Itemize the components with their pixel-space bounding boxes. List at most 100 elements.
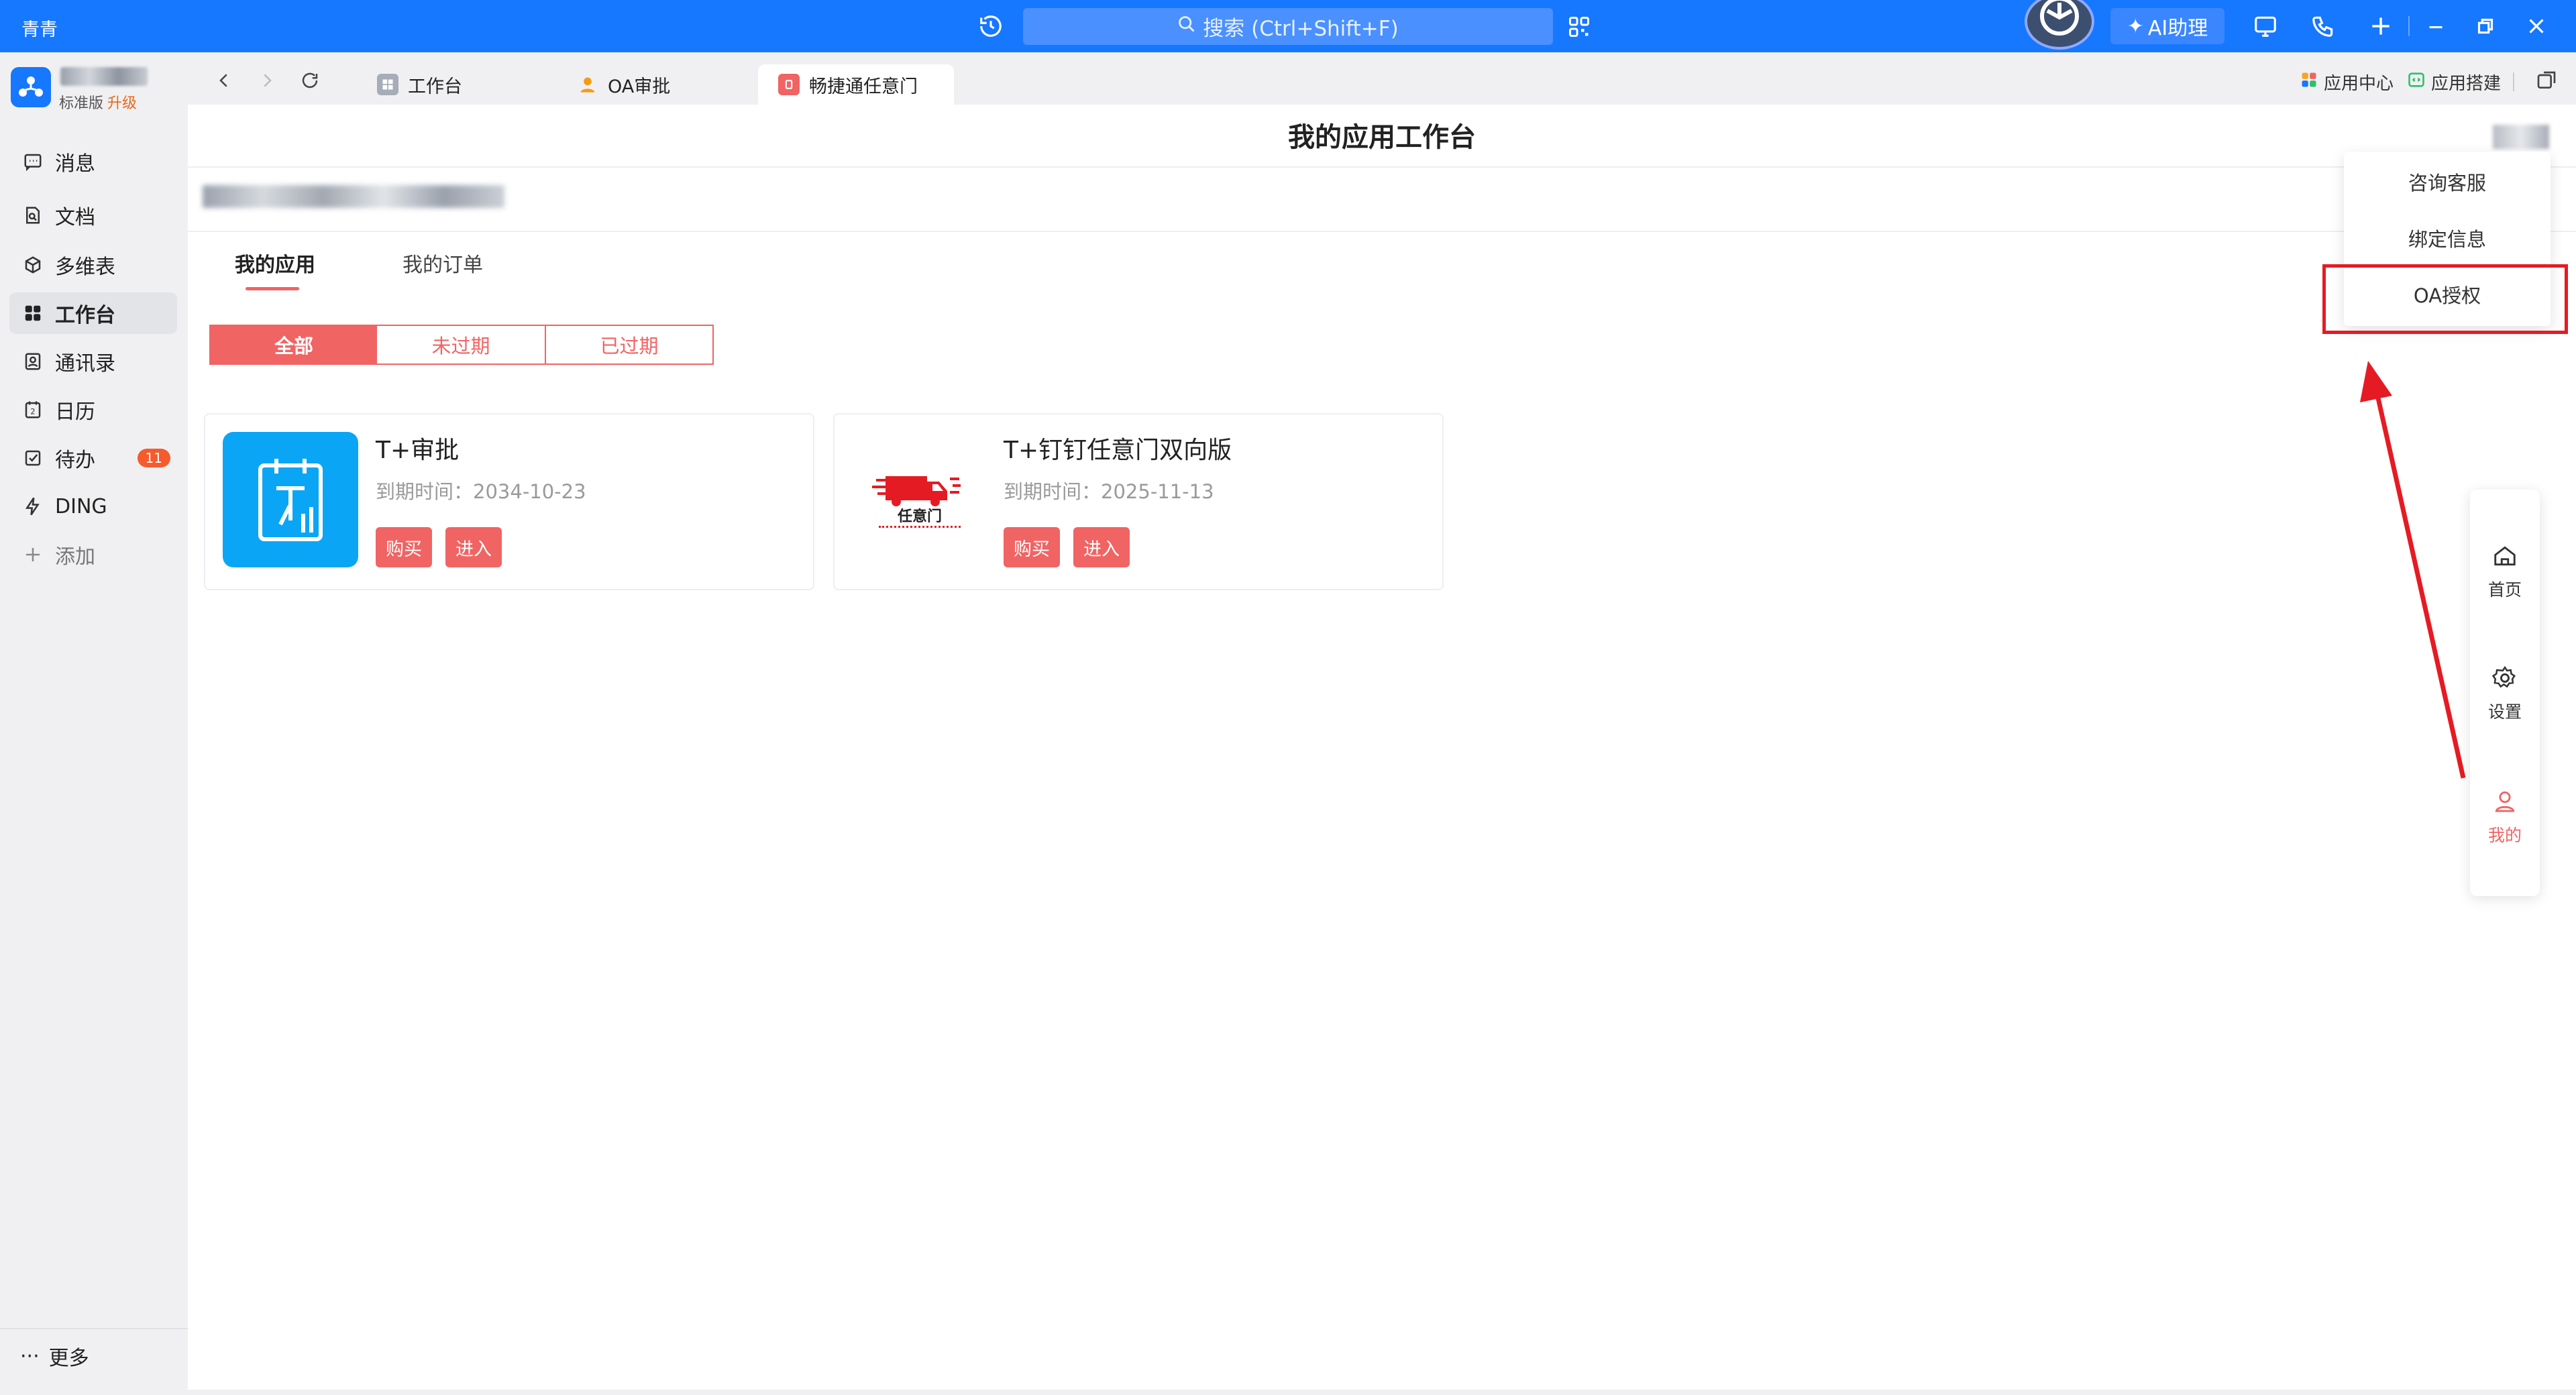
- sidebar-item-todo[interactable]: 待办 11: [9, 437, 177, 479]
- home-icon: [2470, 543, 2540, 573]
- apps-grid-icon[interactable]: [1567, 15, 1591, 39]
- tab-label: OA审批: [608, 76, 671, 97]
- doc-icon: [21, 204, 44, 227]
- sparkle-icon: ✦: [2127, 14, 2144, 38]
- app-build-link[interactable]: 应用搭建: [2407, 70, 2501, 95]
- float-settings-button[interactable]: 设置: [2470, 665, 2540, 723]
- header-divider: [188, 166, 2576, 168]
- upgrade-link[interactable]: 升级: [107, 95, 137, 112]
- app-center-link[interactable]: 应用中心: [2300, 70, 2394, 95]
- expiry-date: 2025-11-13: [1101, 480, 1214, 503]
- sub-divider: [188, 231, 2576, 232]
- renyimen-logo: [852, 432, 987, 567]
- sidebar-item-label: 文档: [55, 206, 95, 229]
- filter-expired[interactable]: 已过期: [545, 325, 714, 365]
- org-plan-badge[interactable]: 标准版 升级: [59, 91, 137, 113]
- t-approval-logo: [223, 432, 358, 567]
- sidebar-divider: [0, 1328, 188, 1329]
- content-area: [188, 105, 2576, 1390]
- logo-dots: [879, 526, 961, 532]
- sidebar-item-contacts[interactable]: 通讯录: [9, 341, 177, 382]
- expiry-label: 到期时间：: [376, 480, 474, 503]
- plus-icon: [21, 543, 44, 566]
- add-icon[interactable]: [2368, 13, 2394, 39]
- tab-my-apps[interactable]: 我的应用: [235, 248, 315, 278]
- buy-button[interactable]: 购买: [1004, 527, 1060, 567]
- svg-text:2: 2: [30, 407, 35, 416]
- restore-icon[interactable]: [2473, 13, 2498, 39]
- menu-item-consult-service[interactable]: 咨询客服: [2344, 168, 2551, 196]
- sidebar-item-calendar[interactable]: 2 日历: [9, 389, 177, 431]
- app-tab-icon: [778, 74, 800, 95]
- phone-icon[interactable]: [2310, 13, 2336, 39]
- calendar-icon: 2: [21, 398, 44, 421]
- sidebar-item-label: 消息: [55, 152, 95, 176]
- card-title: T+钉钉任意门双向版: [1004, 437, 1232, 464]
- sidebar-item-docs[interactable]: 文档: [9, 194, 177, 236]
- enter-button[interactable]: 进入: [1073, 527, 1130, 567]
- person-icon: [577, 74, 598, 95]
- org-logo[interactable]: [11, 67, 51, 107]
- forward-arrow-icon[interactable]: [254, 67, 280, 94]
- sidebar-item-messages[interactable]: 消息: [9, 141, 177, 182]
- sidebar-item-add[interactable]: 添加: [9, 534, 177, 575]
- grid-icon: [21, 302, 44, 325]
- enter-button[interactable]: 进入: [445, 527, 502, 567]
- card-expiry: 到期时间：2025-11-13: [1004, 476, 1214, 504]
- search-input[interactable]: 搜索 (Ctrl+Shift+F): [1023, 8, 1553, 45]
- tab-label: 畅捷通任意门: [809, 76, 918, 97]
- app-name: 青青: [21, 19, 58, 40]
- app-center-label: 应用中心: [2324, 74, 2394, 94]
- more-button[interactable]: ··· 更多: [20, 1341, 89, 1371]
- sidebar-item-label: DING: [55, 494, 107, 518]
- org-name-blurred: [60, 67, 148, 86]
- code-icon: [2407, 70, 2426, 94]
- float-mine-button[interactable]: 我的: [2470, 789, 2540, 846]
- filter-unexpired[interactable]: 未过期: [377, 325, 546, 365]
- plan-label: 标准版: [59, 95, 104, 112]
- sidebar-item-label: 多维表: [55, 256, 115, 279]
- sidebar-item-label: 日历: [55, 400, 95, 424]
- float-home-button[interactable]: 首页: [2470, 543, 2540, 601]
- tab-oa-approval[interactable]: OA审批: [557, 64, 690, 105]
- shop-name-blurred: [203, 185, 504, 208]
- ai-assistant-button[interactable]: ✦ AI助理: [2110, 8, 2224, 44]
- search-icon: [1177, 15, 1196, 39]
- todo-count-badge: 11: [137, 449, 170, 467]
- message-icon: [21, 150, 44, 173]
- active-tab-underline: [246, 287, 299, 290]
- app-build-label: 应用搭建: [2431, 74, 2502, 94]
- todo-icon: [21, 447, 44, 469]
- sidebar-item-label: 待办: [55, 449, 95, 472]
- card-expiry: 到期时间：2034-10-23: [376, 476, 586, 504]
- minimize-icon[interactable]: [2423, 13, 2449, 39]
- screen-share-icon[interactable]: [2253, 13, 2278, 39]
- lightning-icon: [21, 495, 44, 518]
- float-item-label: 首页: [2487, 580, 2522, 600]
- filter-all[interactable]: 全部: [209, 325, 378, 365]
- float-item-label: 设置: [2487, 702, 2522, 722]
- gear-icon: [2470, 665, 2540, 695]
- search-placeholder: 搜索 (Ctrl+Shift+F): [1203, 17, 1399, 41]
- card-title: T+审批: [376, 437, 460, 464]
- sidebar-item-workbench[interactable]: 工作台: [9, 292, 177, 334]
- expiry-date: 2034-10-23: [473, 480, 586, 503]
- app-center-icon: [2300, 70, 2318, 94]
- refresh-icon[interactable]: [297, 67, 323, 94]
- close-icon[interactable]: [2524, 13, 2549, 39]
- menu-item-binding-info[interactable]: 绑定信息: [2344, 224, 2551, 252]
- tab-changjietong[interactable]: 畅捷通任意门: [758, 64, 954, 105]
- history-icon[interactable]: [978, 13, 1004, 39]
- sidebar-item-multitable[interactable]: 多维表: [9, 244, 177, 286]
- workbench-tab-icon: [377, 74, 398, 95]
- back-arrow-icon[interactable]: [211, 67, 237, 94]
- sidebar-item-ding[interactable]: DING: [9, 486, 177, 527]
- tab-label: 工作台: [408, 76, 462, 97]
- tab-workbench[interactable]: 工作台: [357, 64, 482, 105]
- user-name-blurred[interactable]: [2493, 125, 2549, 149]
- open-external-icon[interactable]: [2536, 70, 2557, 94]
- buy-button[interactable]: 购买: [376, 527, 432, 567]
- tab-my-orders[interactable]: 我的订单: [402, 248, 483, 278]
- sidebar-item-label: 工作台: [55, 304, 115, 327]
- annotation-arrow: [2360, 361, 2466, 779]
